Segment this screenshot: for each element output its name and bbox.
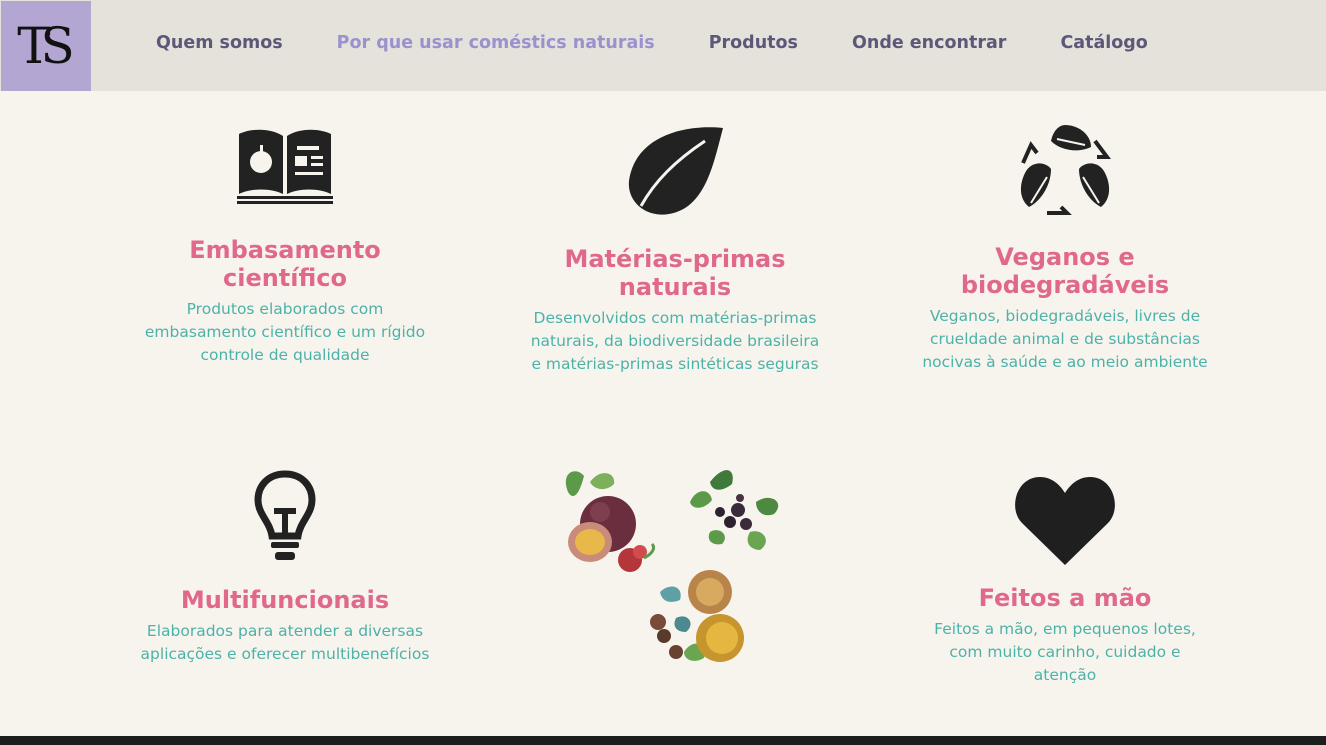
feature-title: Feitos a mão bbox=[978, 584, 1152, 612]
logo-text: TS bbox=[17, 17, 75, 75]
header: TS Quem somos Por que usar coméstics nat… bbox=[0, 0, 1326, 91]
nav-item-catalogo[interactable]: Catálogo bbox=[1060, 31, 1147, 55]
feature-text: Desenvolvidos com matérias-primas natura… bbox=[530, 309, 820, 373]
leaf-icon bbox=[628, 127, 723, 215]
nav-item-quem-somos[interactable]: Quem somos bbox=[156, 31, 283, 55]
feature-card: Feitos a mão Feitos a mão, em pequenos l… bbox=[918, 468, 1212, 687]
feature-text: Produtos elaborados com embasamento cien… bbox=[144, 300, 426, 364]
feature-text: Feitos a mão, em pequenos lotes, com mui… bbox=[934, 620, 1196, 684]
recycle-leaves-icon bbox=[1020, 125, 1111, 215]
nav-item-produtos[interactable]: Produtos bbox=[709, 31, 798, 55]
lightbulb-icon bbox=[254, 470, 316, 560]
feature-title: Embasamento científico bbox=[189, 236, 381, 292]
feature-title: Matérias-primas naturais bbox=[564, 245, 786, 301]
book-icon bbox=[237, 129, 333, 204]
feature-card: Veganos e biodegradáveis Veganos, biodeg… bbox=[916, 120, 1214, 374]
feature-card: Matérias-primas naturais Desenvolvidos c… bbox=[528, 120, 822, 376]
feature-text: Elaborados para atender a diversas aplic… bbox=[140, 622, 430, 663]
main-nav: Quem somos Por que usar coméstics natura… bbox=[156, 31, 1202, 55]
feature-card: Multifuncionais Elaborados para atender … bbox=[135, 468, 435, 666]
heart-icon bbox=[1015, 477, 1115, 565]
feature-title: Veganos e biodegradáveis bbox=[960, 243, 1170, 299]
feature-text: Veganos, biodegradáveis, livres de cruel… bbox=[922, 307, 1208, 371]
feature-card: Embasamento científico Produtos elaborad… bbox=[140, 120, 430, 367]
footer-bar bbox=[0, 736, 1326, 745]
nav-item-onde-encontrar[interactable]: Onde encontrar bbox=[852, 31, 1006, 55]
logo[interactable]: TS bbox=[1, 1, 91, 91]
feature-title: Multifuncionais bbox=[180, 586, 390, 614]
fruits-illustration bbox=[565, 470, 779, 662]
nav-item-por-que-usar[interactable]: Por que usar coméstics naturais bbox=[337, 31, 655, 55]
